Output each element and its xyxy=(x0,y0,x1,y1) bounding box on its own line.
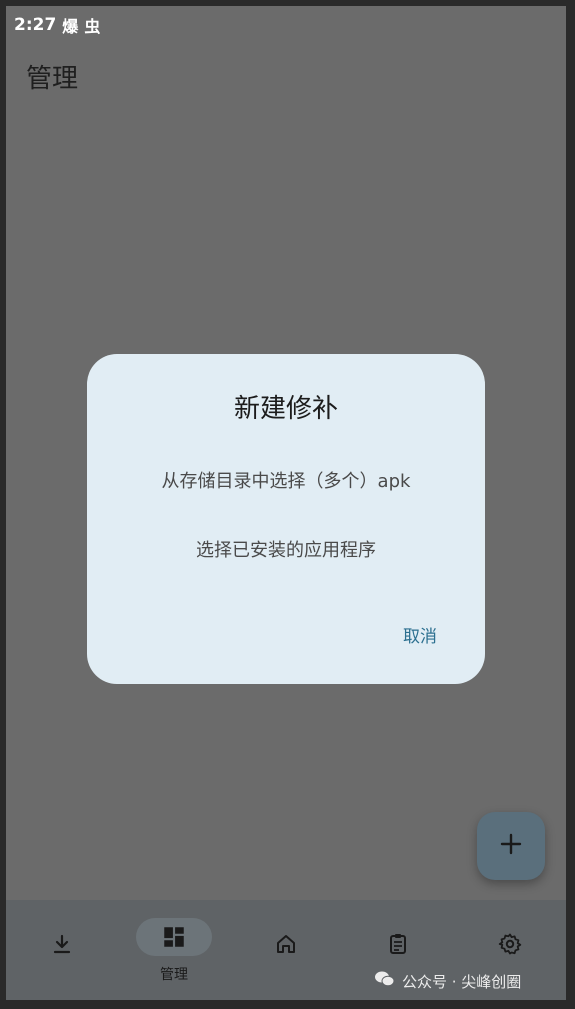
nav-item-home[interactable] xyxy=(230,900,342,1000)
app-screen: 2:27 爆 虫 管理 新建修补 从存储目录中选择（多个）apk 选择已安装的应… xyxy=(6,6,566,1000)
grid-icon xyxy=(160,923,188,951)
select-installed-app-option[interactable]: 选择已安装的应用程序 xyxy=(87,536,485,562)
status-notification-icon: 爆 xyxy=(62,17,79,36)
watermark: 公众号 · 尖峰创圈 xyxy=(374,966,521,996)
status-bar: 2:27 爆 虫 xyxy=(14,12,100,38)
wechat-icon xyxy=(374,970,396,992)
select-apk-from-storage-option[interactable]: 从存储目录中选择（多个）apk xyxy=(87,467,485,493)
plus-icon xyxy=(499,832,523,860)
bug-icon: 虫 xyxy=(84,17,101,36)
add-fab-button[interactable] xyxy=(477,812,545,880)
page-title: 管理 xyxy=(26,64,79,94)
new-patch-dialog: 新建修补 从存储目录中选择（多个）apk 选择已安装的应用程序 取消 xyxy=(87,354,485,684)
gear-icon xyxy=(496,930,524,958)
nav-item-manage-label: 管理 xyxy=(160,967,188,983)
status-time: 2:27 xyxy=(14,15,57,35)
clipboard-icon xyxy=(384,930,412,958)
watermark-text: 公众号 · 尖峰创圈 xyxy=(402,972,522,991)
cancel-button[interactable]: 取消 xyxy=(403,622,437,647)
download-icon xyxy=(48,930,76,958)
nav-item-manage[interactable]: 管理 xyxy=(118,900,230,1000)
home-icon xyxy=(272,930,300,958)
nav-item-download[interactable] xyxy=(6,900,118,1000)
dialog-title: 新建修补 xyxy=(233,394,338,424)
